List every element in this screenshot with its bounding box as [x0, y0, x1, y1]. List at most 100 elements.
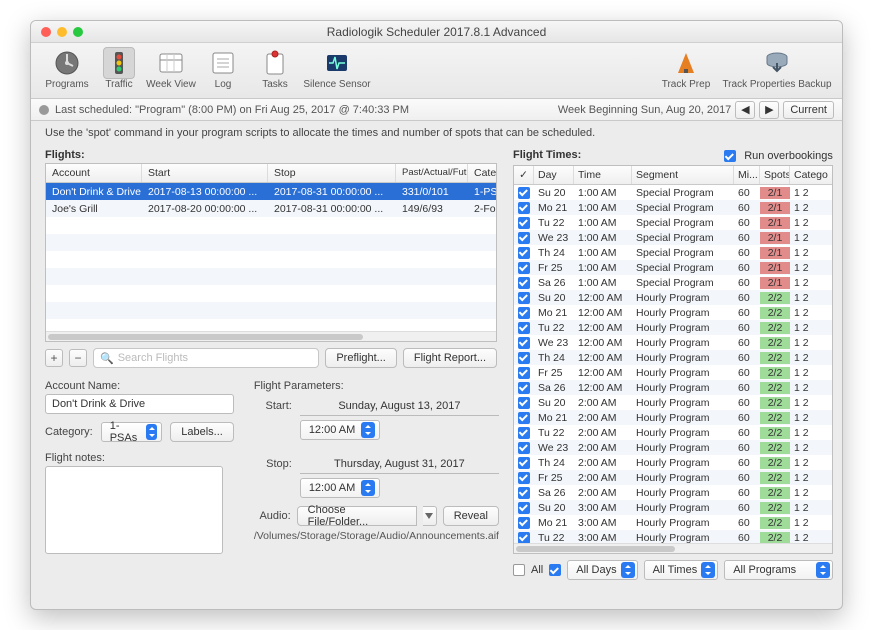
- toolbar-trackbackup-button[interactable]: Track Properties Backup: [722, 47, 832, 90]
- flights-header-category[interactable]: Category: [468, 164, 496, 182]
- row-checkbox[interactable]: [518, 487, 530, 499]
- row-checkbox[interactable]: [518, 322, 530, 334]
- ft-header-minutes[interactable]: Mi...: [734, 166, 760, 184]
- flight-times-row[interactable]: Tu 223:00 AMHourly Program602/21 2: [514, 530, 832, 543]
- row-checkbox[interactable]: [518, 367, 530, 379]
- cell-check[interactable]: [514, 232, 534, 244]
- toolbar-tasks-button[interactable]: Tasks: [249, 47, 301, 90]
- cell-check[interactable]: [514, 532, 534, 544]
- filter-programs-select[interactable]: All Programs: [724, 560, 833, 580]
- toolbar-traffic-button[interactable]: Traffic: [93, 47, 145, 90]
- cell-check[interactable]: [514, 217, 534, 229]
- row-checkbox[interactable]: [518, 382, 530, 394]
- cell-check[interactable]: [514, 457, 534, 469]
- flight-times-row[interactable]: Su 202:00 AMHourly Program602/21 2: [514, 395, 832, 410]
- row-checkbox[interactable]: [518, 397, 530, 409]
- filter-all-checkbox[interactable]: [513, 564, 525, 576]
- cell-check[interactable]: [514, 202, 534, 214]
- cell-check[interactable]: [514, 442, 534, 454]
- row-checkbox[interactable]: [518, 247, 530, 259]
- cell-check[interactable]: [514, 487, 534, 499]
- row-checkbox[interactable]: [518, 457, 530, 469]
- row-checkbox[interactable]: [518, 277, 530, 289]
- row-checkbox[interactable]: [518, 517, 530, 529]
- cell-check[interactable]: [514, 352, 534, 364]
- row-checkbox[interactable]: [518, 442, 530, 454]
- reveal-button[interactable]: Reveal: [443, 506, 499, 526]
- labels-button[interactable]: Labels...: [170, 422, 234, 442]
- toolbar-trackprep-button[interactable]: Track Prep: [650, 47, 722, 90]
- flights-row-empty[interactable]: [46, 217, 496, 234]
- row-checkbox[interactable]: [518, 472, 530, 484]
- category-select[interactable]: 1-PSAs: [101, 422, 163, 442]
- cell-check[interactable]: [514, 292, 534, 304]
- flights-header-stop[interactable]: Stop: [268, 164, 396, 182]
- row-checkbox[interactable]: [518, 427, 530, 439]
- ft-header-time[interactable]: Time: [574, 166, 632, 184]
- flights-row[interactable]: Joe's Grill2017-08-20 00:00:00 ...2017-0…: [46, 200, 496, 217]
- choose-file-button[interactable]: Choose File/Folder...: [297, 506, 417, 526]
- cell-check[interactable]: [514, 367, 534, 379]
- choose-file-menu-button[interactable]: [423, 506, 437, 526]
- flights-row-empty[interactable]: [46, 234, 496, 251]
- row-checkbox[interactable]: [518, 352, 530, 364]
- flight-times-row[interactable]: Th 242:00 AMHourly Program602/21 2: [514, 455, 832, 470]
- flight-times-row[interactable]: We 2312:00 AMHourly Program602/21 2: [514, 335, 832, 350]
- cell-check[interactable]: [514, 502, 534, 514]
- filter-times-select[interactable]: All Times: [644, 560, 719, 580]
- week-prev-button[interactable]: ◀: [735, 101, 755, 119]
- ft-header-day[interactable]: Day: [534, 166, 574, 184]
- row-checkbox[interactable]: [518, 232, 530, 244]
- filter-checked-checkbox[interactable]: [549, 564, 561, 576]
- row-checkbox[interactable]: [518, 187, 530, 199]
- cell-check[interactable]: [514, 187, 534, 199]
- notes-textarea[interactable]: [45, 466, 223, 554]
- row-checkbox[interactable]: [518, 337, 530, 349]
- flight-times-row[interactable]: We 232:00 AMHourly Program602/21 2: [514, 440, 832, 455]
- flight-times-row[interactable]: Tu 222:00 AMHourly Program602/21 2: [514, 425, 832, 440]
- search-flights-input[interactable]: 🔍 Search Flights: [93, 348, 319, 368]
- toolbar-log-button[interactable]: Log: [197, 47, 249, 90]
- row-checkbox[interactable]: [518, 262, 530, 274]
- play-status-icon[interactable]: [39, 105, 49, 115]
- flight-times-row[interactable]: Sa 262:00 AMHourly Program602/21 2: [514, 485, 832, 500]
- filter-days-select[interactable]: All Days: [567, 560, 637, 580]
- ft-scrollbar[interactable]: [514, 543, 832, 553]
- row-checkbox[interactable]: [518, 502, 530, 514]
- row-checkbox[interactable]: [518, 412, 530, 424]
- flight-times-row[interactable]: Mo 213:00 AMHourly Program602/21 2: [514, 515, 832, 530]
- overbookings-checkbox[interactable]: [724, 150, 736, 162]
- cell-check[interactable]: [514, 277, 534, 289]
- week-next-button[interactable]: ▶: [759, 101, 779, 119]
- flight-report-button[interactable]: Flight Report...: [403, 348, 497, 368]
- row-checkbox[interactable]: [518, 292, 530, 304]
- cell-check[interactable]: [514, 472, 534, 484]
- flight-times-row[interactable]: Fr 252:00 AMHourly Program602/21 2: [514, 470, 832, 485]
- flights-row-empty[interactable]: [46, 302, 496, 319]
- cell-check[interactable]: [514, 307, 534, 319]
- cell-check[interactable]: [514, 397, 534, 409]
- flight-times-row[interactable]: We 231:00 AMSpecial Program602/11 2: [514, 230, 832, 245]
- week-current-button[interactable]: Current: [783, 101, 834, 119]
- flight-times-row[interactable]: Th 2412:00 AMHourly Program602/21 2: [514, 350, 832, 365]
- flight-times-row[interactable]: Mo 211:00 AMSpecial Program602/11 2: [514, 200, 832, 215]
- flights-scrollbar[interactable]: [46, 331, 496, 341]
- flights-header-start[interactable]: Start: [142, 164, 268, 182]
- toolbar-silencesensor-button[interactable]: Silence Sensor: [301, 47, 373, 90]
- start-date-field[interactable]: Sunday, August 13, 2017: [300, 396, 499, 416]
- row-checkbox[interactable]: [518, 217, 530, 229]
- flight-times-row[interactable]: Mo 2112:00 AMHourly Program602/21 2: [514, 305, 832, 320]
- stop-date-field[interactable]: Thursday, August 31, 2017: [300, 454, 499, 474]
- toolbar-programs-button[interactable]: Programs: [41, 47, 93, 90]
- cell-check[interactable]: [514, 337, 534, 349]
- row-checkbox[interactable]: [518, 202, 530, 214]
- flights-row-empty[interactable]: [46, 268, 496, 285]
- flight-times-row[interactable]: Su 203:00 AMHourly Program602/21 2: [514, 500, 832, 515]
- start-time-select[interactable]: 12:00 AM: [300, 420, 380, 440]
- preflight-button[interactable]: Preflight...: [325, 348, 397, 368]
- row-checkbox[interactable]: [518, 307, 530, 319]
- flights-row-empty[interactable]: [46, 251, 496, 268]
- flight-times-row[interactable]: Tu 2212:00 AMHourly Program602/21 2: [514, 320, 832, 335]
- cell-check[interactable]: [514, 412, 534, 424]
- cell-check[interactable]: [514, 517, 534, 529]
